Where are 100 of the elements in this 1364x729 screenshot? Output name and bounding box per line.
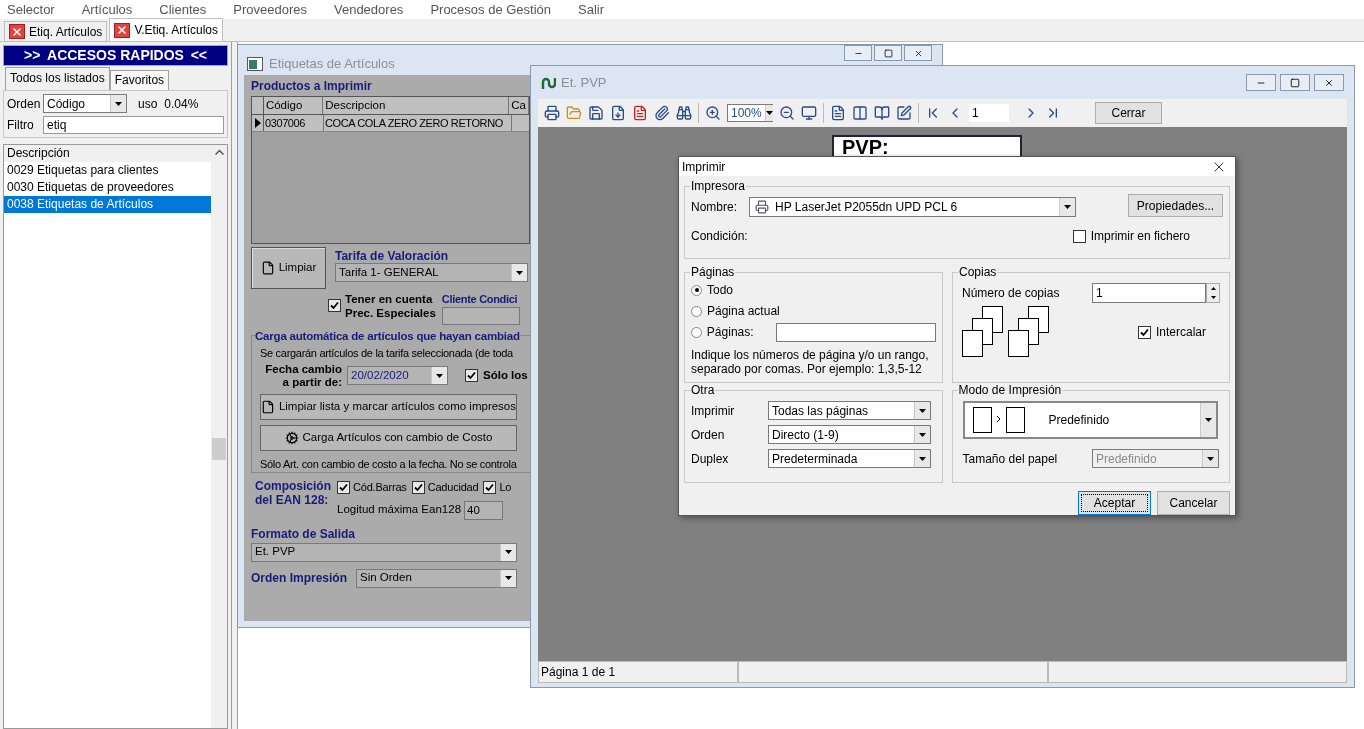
column-header[interactable]: Descripción	[4, 145, 211, 162]
client-field[interactable]	[441, 307, 520, 325]
list-item[interactable]: 0038 Etiquetas de Artículos	[4, 196, 211, 213]
tab[interactable]: Favoritos	[109, 70, 170, 90]
radio-button[interactable]	[691, 305, 702, 317]
print-icon[interactable]	[544, 105, 560, 121]
collate-drawing	[1008, 306, 1052, 358]
menu-item[interactable]: Proveedores	[233, 0, 307, 20]
tab[interactable]: Todos los listados	[5, 67, 110, 90]
checkbox-label: Cód.Barras	[353, 480, 407, 495]
columns-icon[interactable]	[852, 105, 868, 121]
field-label: Orden Impresión	[251, 570, 348, 587]
max-length-field[interactable]: 40	[464, 500, 504, 520]
edit-icon[interactable]	[896, 105, 912, 121]
close-icon[interactable]	[114, 22, 131, 38]
checkbox[interactable]	[337, 480, 350, 494]
checkbox[interactable]	[328, 299, 341, 312]
document-tab[interactable]: Etiq. Artículos	[4, 21, 108, 41]
field-label: Imprimir	[691, 402, 736, 420]
menu-item[interactable]: Vendedores	[333, 0, 404, 20]
menu-item[interactable]: Salir	[578, 0, 605, 20]
caret-icon	[765, 111, 773, 115]
maximize-icon	[883, 48, 893, 58]
close-button[interactable]	[904, 45, 932, 61]
scrollbar[interactable]	[211, 145, 227, 728]
scroll-up-icon[interactable]	[214, 149, 224, 155]
clear-button[interactable]: Limpiar	[251, 247, 326, 289]
list-item[interactable]: 0029 Etiquetas para clientes	[4, 162, 211, 179]
dialog-title: Imprimir	[682, 158, 726, 176]
binoculars-icon[interactable]	[676, 105, 692, 121]
clear-list-button[interactable]: Limpiar lista y marcar artículos como impresos	[260, 393, 517, 420]
export-icon[interactable]	[610, 105, 626, 121]
window-icon	[247, 57, 263, 71]
page-field[interactable]: 1	[969, 104, 1009, 122]
printer-icon	[755, 199, 769, 214]
print-mode-dropdown[interactable]: Predefinido	[962, 401, 1218, 439]
spin-buttons[interactable]	[1206, 283, 1220, 303]
maximize-button[interactable]	[1280, 74, 1310, 91]
radio-label: Páginas:	[706, 324, 754, 341]
checkbox[interactable]	[1138, 325, 1151, 339]
column-header[interactable]: Descripcion	[323, 97, 510, 114]
list-item[interactable]: 0030 Etiquetas de proveedores	[4, 179, 211, 196]
expand-link[interactable]: >>	[24, 45, 41, 66]
help-text: Indique los números de página y/o un rango, separado por comas. Por ejemplo: 1,3,5-12	[691, 348, 930, 376]
dropdown[interactable]: Directo (1-9)	[768, 425, 931, 444]
attachment-icon[interactable]	[654, 105, 670, 121]
field-label: Nombre:	[691, 198, 737, 216]
dropdown[interactable]: Tarifa 1- GENERAL	[335, 263, 528, 282]
document-tab[interactable]: V.Etiq. Artículos	[109, 18, 223, 41]
menu-item[interactable]: Procesos de Gestión	[430, 0, 552, 20]
caret-icon	[919, 456, 926, 461]
ok-button[interactable]: Aceptar	[1078, 491, 1151, 515]
close-icon[interactable]	[9, 24, 25, 39]
dropdown[interactable]: 100%	[727, 104, 773, 122]
minimize-button[interactable]	[1246, 74, 1276, 91]
caret-icon	[516, 270, 523, 275]
field-label: uso	[138, 95, 158, 113]
panel-title: ACCESOS RAPIDOS	[47, 46, 184, 65]
page-fit-icon[interactable]	[801, 105, 817, 121]
group-title: Impresora	[690, 179, 747, 193]
close-button[interactable]: Cerrar	[1095, 102, 1162, 124]
dropdown[interactable]: Todas las páginas	[768, 401, 931, 420]
group-title: Copias	[958, 265, 998, 279]
maximize-button[interactable]	[874, 45, 902, 61]
collapse-link[interactable]: <<	[190, 45, 207, 66]
printer-dropdown[interactable]: HP LaserJet P2055dn UPD PCL 6	[749, 196, 1076, 217]
checkbox[interactable]	[1072, 229, 1086, 243]
maximize-icon	[1290, 77, 1300, 88]
dropdown[interactable]: Código	[43, 94, 127, 113]
menu-item[interactable]: Clientes	[159, 0, 207, 20]
checkbox[interactable]	[465, 369, 478, 382]
dropdown[interactable]: Sin Orden	[356, 568, 517, 588]
dropdown[interactable]: 20/02/2020	[347, 366, 448, 385]
document-icon[interactable]	[632, 105, 648, 121]
radio-button[interactable]	[691, 326, 702, 338]
radio-button[interactable]	[691, 284, 702, 296]
zoom-out-icon[interactable]	[779, 105, 795, 121]
checkbox[interactable]	[483, 480, 497, 494]
properties-button[interactable]: Propiedades...	[1128, 194, 1223, 217]
field-label: Logitud máxima Ean128	[337, 502, 462, 518]
pages-field[interactable]	[775, 322, 936, 342]
menu-item[interactable]: Selector	[7, 0, 55, 20]
checkbox[interactable]	[411, 480, 425, 494]
column-header[interactable]: Código	[263, 97, 324, 114]
dropdown[interactable]: Et. PVP	[251, 542, 517, 562]
caret-icon	[1204, 418, 1212, 422]
book-icon[interactable]	[874, 105, 890, 121]
column-header[interactable]: Ca	[509, 97, 529, 114]
cancel-button[interactable]: Cancelar	[1157, 491, 1230, 515]
dropdown[interactable]: Predeterminada	[768, 449, 931, 468]
load-button[interactable]: Carga Artículos con cambio de Costo	[260, 424, 517, 451]
group-title: Páginas	[690, 265, 736, 279]
zoom-in-icon[interactable]	[705, 105, 721, 121]
menu-item[interactable]: Artículos	[81, 0, 133, 20]
note-text: Sólo Art. con cambio de costo a la fecha. No se controla	[260, 456, 518, 472]
page-icon[interactable]	[830, 105, 846, 121]
filter-field[interactable]: etiq	[43, 116, 224, 134]
scroll-thumb[interactable]	[212, 438, 226, 460]
close-button[interactable]	[1314, 74, 1344, 91]
save-icon[interactable]	[588, 105, 604, 121]
